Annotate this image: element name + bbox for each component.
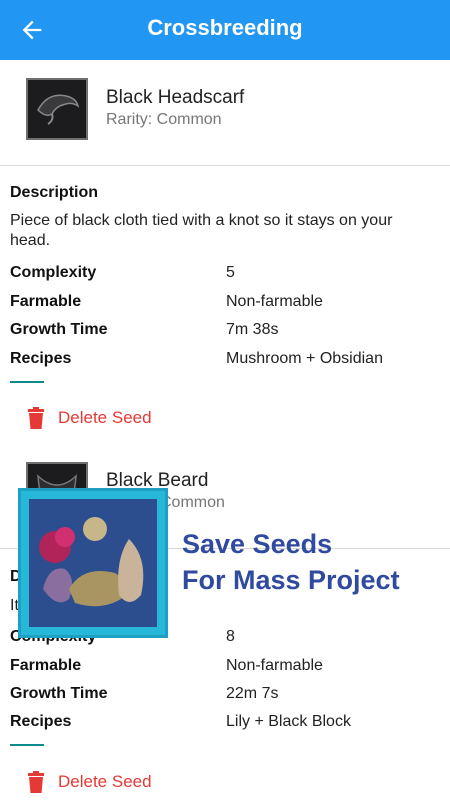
farmable-label: Farmable	[10, 657, 82, 674]
growth-time-value: 22m 7s	[226, 685, 279, 702]
complexity-value: 8	[226, 628, 235, 645]
recipes-label: Recipes	[10, 350, 72, 367]
trash-icon	[28, 771, 44, 793]
farmable-value: Non-farmable	[226, 657, 323, 674]
recipes-value: Lily + Black Block	[226, 713, 351, 730]
complexity-value: 5	[226, 264, 235, 281]
delete-seed-label: Delete Seed	[58, 408, 152, 427]
item-thumbnail	[26, 78, 88, 140]
section-accent-line	[10, 744, 44, 746]
promo-line-2: For Mass Project	[182, 565, 400, 595]
growth-time-label: Growth Time	[10, 685, 108, 702]
farmable-value: Non-farmable	[226, 293, 323, 310]
item-rarity: Rarity: Common	[106, 111, 222, 128]
description-text: Piece of black cloth tied with a knot so…	[10, 212, 393, 249]
divider	[0, 165, 450, 166]
section-accent-line	[10, 381, 44, 383]
recipes-label: Recipes	[10, 713, 72, 730]
item-rarity: Common	[160, 494, 225, 511]
seeds-artwork	[29, 499, 157, 627]
promo-line-1: Save Seeds	[182, 529, 333, 559]
growth-time-value: 7m 38s	[226, 321, 279, 338]
farmable-label: Farmable	[10, 293, 82, 310]
delete-seed-button[interactable]: Delete Seed	[26, 406, 152, 430]
recipes-value: Mushroom + Obsidian	[226, 350, 383, 367]
promo-seeds-image	[18, 488, 168, 638]
seeds-illustration-icon	[29, 499, 157, 627]
app-bar: Crossbreeding	[0, 0, 450, 60]
complexity-label: Complexity	[10, 264, 97, 281]
trash-icon	[28, 407, 44, 429]
promo-text: Save Seeds For Mass Project	[182, 526, 400, 598]
item-name: Black Headscarf	[106, 87, 245, 108]
delete-seed-button[interactable]: Delete Seed	[26, 770, 152, 794]
delete-seed-label: Delete Seed	[58, 772, 152, 791]
headscarf-icon	[37, 94, 80, 125]
description-label: Description	[10, 184, 99, 201]
growth-time-label: Growth Time	[10, 321, 108, 338]
seed-card: Black Headscarf Rarity: Common Descripti…	[0, 60, 450, 450]
page-title: Crossbreeding	[147, 15, 303, 40]
